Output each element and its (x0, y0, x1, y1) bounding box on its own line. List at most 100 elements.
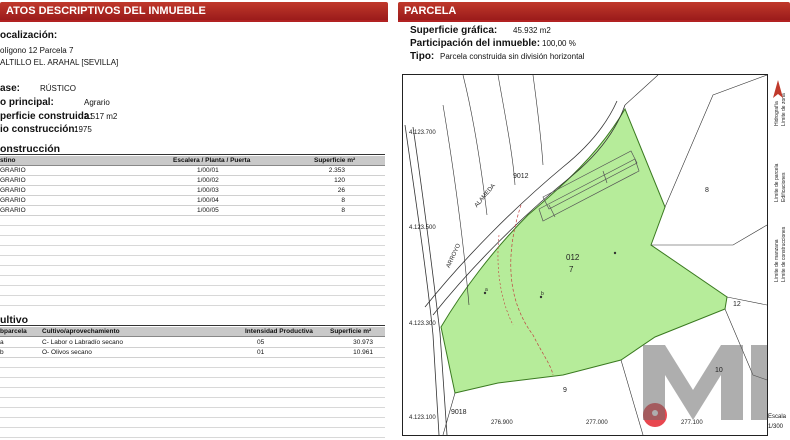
construccion-table-header: stino Escalera / Planta / Puerta Superfi… (0, 156, 385, 166)
cell-destino: GRARIO (0, 187, 26, 194)
empty-row (0, 276, 385, 286)
empty-row (0, 378, 385, 388)
cell-superficie: 120 (334, 177, 345, 184)
boundary-line (620, 359, 644, 435)
table-row: GRARIO 1/00/04 8 (0, 196, 385, 206)
legend-item: Límite de parcela (774, 163, 780, 202)
map-legend: Hidrografía Límite de zona Límite de par… (768, 74, 790, 434)
cultivo-rule (0, 325, 385, 326)
empty-row (0, 226, 385, 236)
road-line (412, 126, 448, 435)
x-coord-label: 277.000 (586, 420, 608, 426)
empty-row (0, 286, 385, 296)
cell-epp: 1/00/05 (197, 207, 219, 214)
road-line (532, 75, 544, 166)
empty-row (0, 368, 385, 378)
empty-row (0, 408, 385, 418)
anio-construccion-value: 1975 (74, 125, 92, 134)
tipo-label: Tipo: (410, 51, 435, 62)
cell-destino: GRARIO (0, 167, 26, 174)
cell-cultivo: O- Olivos secano (42, 349, 92, 356)
road-line (497, 75, 516, 186)
subparcel-label: a (485, 287, 488, 293)
anio-construccion-label: io construcción: (0, 124, 78, 135)
table-row: GRARIO 1/00/02 120 (0, 176, 385, 186)
empty-row (0, 358, 385, 368)
col-subparcela: bparcela (0, 328, 27, 335)
empty-row (0, 418, 385, 428)
cell-superficie: 2.353 (328, 167, 345, 174)
cell-destino: GRARIO (0, 207, 26, 214)
empty-row (0, 236, 385, 246)
section-header-inmueble: ATOS DESCRIPTIVOS DEL INMUEBLE (0, 2, 388, 20)
clase-label: ase: (0, 83, 21, 94)
watermark-logo (643, 345, 743, 420)
table-row: GRARIO 1/00/03 26 (0, 186, 385, 196)
localizacion-label: ocalización: (0, 30, 58, 41)
cell-subparcela: b (0, 349, 4, 356)
cell-superficie: 26 (337, 187, 345, 194)
cell-epp: 1/00/02 (197, 177, 219, 184)
participacion-label: Participación del inmueble: (410, 38, 541, 49)
cell-superficie: 8 (341, 197, 345, 204)
section-header-title: ATOS DESCRIPTIVOS DEL INMUEBLE (6, 5, 206, 17)
participacion-value: 100,00 % (542, 39, 576, 48)
cell-superficie: 10.961 (353, 349, 373, 356)
superficie-grafica-label: Superficie gráfica: (410, 25, 498, 36)
empty-row (0, 266, 385, 276)
superficie-construida-label: perficie construida: (0, 111, 93, 122)
clase-value: RÚSTICO (40, 84, 76, 93)
empty-row (0, 246, 385, 256)
parcel-label: 12 (733, 301, 741, 308)
cell-superficie: 8 (341, 207, 345, 214)
cell-superficie: 30.973 (353, 339, 373, 346)
y-coord-label: 4.123.100 (409, 415, 436, 421)
boundary-line (664, 75, 767, 208)
legend-item: Edificaciones (781, 172, 787, 202)
header-underline (0, 20, 388, 22)
parcel-label: 8 (705, 187, 709, 194)
legend-item: Límite de construcciones (781, 226, 787, 282)
localizacion-line1: olígono 12 Parcela 7 (0, 46, 74, 55)
cell-epp: 1/00/01 (197, 167, 219, 174)
x-coord-label: 276.900 (491, 420, 513, 426)
road-line (442, 104, 470, 306)
cell-cultivo: C- Labor o Labradío secano (42, 339, 123, 346)
map-dot (613, 251, 617, 255)
superficie-construida-value: 2.517 m2 (84, 112, 118, 121)
legend-item: Hidrografía (774, 101, 780, 126)
col-destino: stino (0, 157, 16, 164)
uso-label: o principal: (0, 97, 54, 108)
legend-item: Límite de manzana (774, 239, 780, 282)
superficie-grafica-value: 45.932 m2 (513, 26, 551, 35)
parcel-label: 012 (566, 253, 580, 262)
tipo-value: Parcela construida sin división horizont… (440, 52, 585, 61)
table-row: b O- Olivos secano 01 10.961 (0, 348, 385, 358)
parcel-label: 9018 (451, 409, 467, 416)
cell-epp: 1/00/03 (197, 187, 219, 194)
section-header-parcela: PARCELA (398, 2, 790, 20)
parcel-map[interactable]: 4.123.700 4.123.500 4.123.300 4.123.100 … (402, 74, 768, 436)
cell-destino: GRARIO (0, 197, 26, 204)
y-coord-label: 4.123.700 (409, 130, 436, 136)
y-coord-label: 4.123.500 (409, 225, 436, 231)
col-cultivo: Cultivo/aprovechamiento (42, 328, 120, 335)
parcel-label: 10 (715, 367, 723, 374)
boundary-line (651, 224, 767, 246)
cell-subparcela: a (0, 339, 4, 346)
construccion-rule (0, 154, 385, 155)
watermark-logo-h (751, 345, 767, 420)
cultivo-table-header: bparcela Cultivo/aprovechamiento Intensi… (0, 327, 385, 337)
parcel-label: 9012 (513, 173, 529, 180)
empty-row (0, 216, 385, 226)
parcel-label: 9 (563, 387, 567, 394)
boundary-line (624, 75, 659, 106)
table-row: GRARIO 1/00/05 8 (0, 206, 385, 216)
col-superficie: Superficie m² (314, 157, 356, 164)
uso-value: Agrario (84, 98, 110, 107)
localizacion-line2: ALTILLO EL. ARAHAL [SEVILLA] (0, 58, 119, 67)
x-coord-label: 277.100 (681, 420, 703, 426)
empty-row (0, 296, 385, 306)
col-escalera-planta-puerta: Escalera / Planta / Puerta (173, 157, 251, 164)
cell-epp: 1/00/04 (197, 197, 219, 204)
